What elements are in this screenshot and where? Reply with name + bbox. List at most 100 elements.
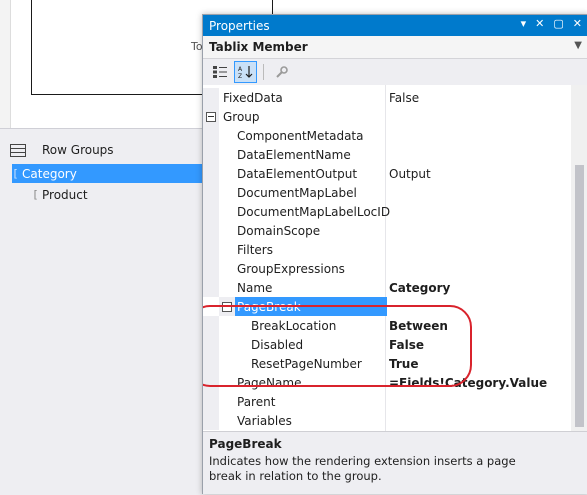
property-row-name[interactable]: Name Category [203,278,561,297]
row-groups-icon [10,143,26,157]
design-left-gutter [0,0,11,128]
property-row-parent[interactable]: Parent [203,392,561,411]
property-row-documentmaplabellocid[interactable]: DocumentMapLabelLocID [203,202,561,221]
row-gutter [203,240,219,259]
property-value[interactable] [385,259,389,278]
chevron-down-icon[interactable]: ▼ [574,40,582,51]
collapse-icon[interactable] [206,111,216,122]
row-gutter [203,145,219,164]
property-pages-icon[interactable] [270,61,293,83]
property-name: ResetPageNumber [251,356,362,371]
property-value[interactable] [385,183,389,202]
row-group-label: Product [42,187,88,202]
property-grid: FixedData False Group ComponentMetadata … [203,85,587,445]
row-gutter [203,183,219,202]
property-name: Parent [237,394,276,409]
scrollbar-thumb[interactable] [575,165,584,427]
property-value[interactable] [385,297,389,316]
property-name: PageName [237,375,302,390]
row-gutter [203,259,219,278]
object-selector[interactable]: Tablix Member ▼ [203,36,587,59]
property-name: DomainScope [237,223,321,238]
property-value[interactable]: False [385,335,424,354]
alphabetical-sort-icon[interactable]: AZ [234,61,257,83]
property-row-groupexpressions[interactable]: GroupExpressions [203,259,561,278]
property-name: FixedData [223,90,283,105]
group-bracket-icon: [ [12,167,19,180]
properties-title-bar[interactable]: Properties ▾ ✕ ▢ ✕ [203,15,587,36]
row-group-label: Category [22,166,77,181]
row-groups-title: Row Groups [42,143,114,157]
toolbar-separator [263,64,264,80]
vertical-scrollbar[interactable] [571,85,587,445]
description-title: PageBreak [209,437,282,451]
row-groups-header: Row Groups [10,140,114,160]
description-text: Indicates how the rendering extension in… [209,454,516,483]
property-row-documentmaplabel[interactable]: DocumentMapLabel [203,183,561,202]
row-gutter [203,88,219,107]
pin-icon[interactable]: ✕ [535,17,544,30]
property-row-componentmetadata[interactable]: ComponentMetadata [203,126,561,145]
property-name: DataElementOutput [237,166,358,181]
property-name: ComponentMetadata [237,128,364,143]
property-row-variables[interactable]: Variables [203,411,561,430]
property-name: Filters [237,242,273,257]
property-row-domainscope[interactable]: DomainScope [203,221,561,240]
property-value[interactable]: Between [385,316,448,335]
row-gutter [219,297,235,316]
row-gutter [203,335,219,354]
property-name: DocumentMapLabelLocID [237,204,391,219]
maximize-icon[interactable]: ▢ [553,17,563,30]
property-row-disabled[interactable]: Disabled False [203,335,561,354]
svg-text:A: A [238,66,243,73]
property-name: Variables [237,413,292,428]
property-value[interactable]: =Fields!Category.Value [385,373,547,392]
property-row-dataelementoutput[interactable]: DataElementOutput Output [203,164,561,183]
property-row-dataelementname[interactable]: DataElementName [203,145,561,164]
property-value[interactable] [385,392,389,411]
property-name: DocumentMapLabel [237,185,357,200]
property-value[interactable] [385,145,389,164]
property-value[interactable] [385,202,389,221]
collapse-icon[interactable] [222,301,232,312]
property-name: BreakLocation [251,318,337,333]
row-group-category[interactable]: [ Category [12,164,208,183]
property-row-breaklocation[interactable]: BreakLocation Between [203,316,561,335]
row-gutter [203,202,219,221]
svg-text:Z: Z [238,73,242,79]
row-gutter [203,411,219,430]
row-gutter [203,164,219,183]
property-name: PageBreak [235,297,387,316]
property-row-fixeddata[interactable]: FixedData False [203,88,561,107]
property-value[interactable]: Output [385,164,431,183]
property-value[interactable]: Category [385,278,450,297]
property-row-pagebreak[interactable]: PageBreak [203,297,561,316]
row-gutter [203,221,219,240]
property-value[interactable]: True [385,354,418,373]
properties-title: Properties [209,18,270,33]
group-bracket-icon: [ [32,188,39,201]
property-value[interactable] [385,221,389,240]
row-gutter [203,316,219,335]
window-position-dropdown-icon[interactable]: ▾ [521,17,527,30]
design-partial-text: To [191,40,203,53]
property-row-pagename[interactable]: PageName =Fields!Category.Value [203,373,561,392]
row-gutter [203,373,219,392]
close-icon[interactable]: ✕ [573,17,582,30]
property-row-resetpagenumber[interactable]: ResetPageNumber True [203,354,561,373]
property-value[interactable] [385,107,389,126]
categorized-icon[interactable] [208,61,231,83]
property-row-filters[interactable]: Filters [203,240,561,259]
property-name: Name [237,280,273,295]
row-gutter [203,392,219,411]
properties-window: Properties ▾ ✕ ▢ ✕ Tablix Member ▼ AZ Fi… [202,14,587,494]
row-gutter [203,107,219,126]
property-value[interactable] [385,240,389,259]
property-value[interactable] [385,126,389,145]
row-gutter [203,278,219,297]
property-value[interactable] [385,411,389,430]
row-gutter [203,126,219,145]
property-row-group[interactable]: Group [203,107,561,126]
property-value[interactable]: False [385,88,419,107]
row-group-product[interactable]: [ Product [32,185,202,204]
